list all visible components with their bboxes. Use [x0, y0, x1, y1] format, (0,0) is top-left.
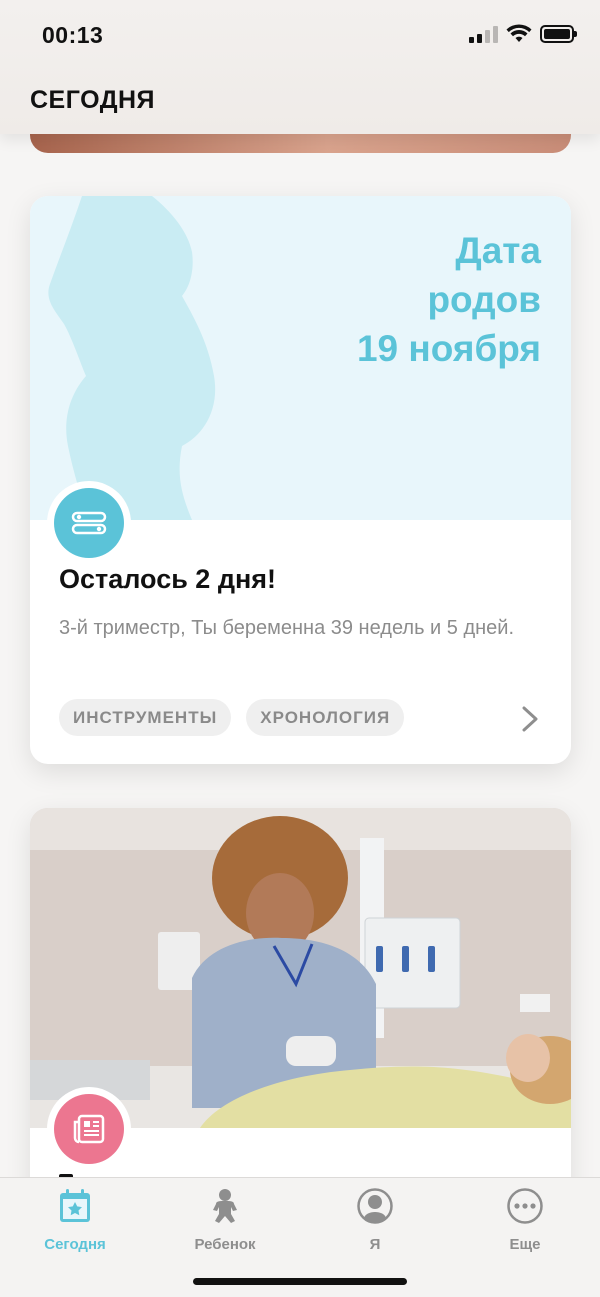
- home-indicator: [193, 1278, 407, 1285]
- tab-baby-label: Ребенок: [194, 1236, 256, 1253]
- tab-baby[interactable]: Ребенок: [150, 1186, 300, 1253]
- article-card[interactable]: [30, 808, 571, 1238]
- battery-icon: [540, 25, 577, 43]
- article-icon: [54, 1094, 124, 1164]
- top-bar: 00:13 СЕГОДНЯ: [0, 0, 600, 134]
- tab-more-label: Еще: [509, 1236, 541, 1253]
- wifi-icon: [506, 24, 532, 42]
- cellular-signal-icon: [469, 25, 498, 43]
- tools-icon: [54, 488, 124, 558]
- due-line-1: Дата: [455, 230, 541, 271]
- due-date-card[interactable]: Дата родов 19 ноября Осталось 2 дня! 3-й…: [30, 196, 571, 764]
- chevron-right-icon[interactable]: [521, 706, 539, 732]
- tab-me-label: Я: [369, 1236, 381, 1253]
- calendar-star-icon: [60, 1189, 90, 1222]
- due-date-text: Дата родов 19 ноября: [357, 226, 541, 373]
- tag-timeline[interactable]: ХРОНОЛОГИЯ: [246, 699, 405, 736]
- due-date-banner: Дата родов 19 ноября: [30, 196, 571, 520]
- due-card-description: 3-й триместр, Ты беременна 39 недель и 5…: [59, 617, 515, 639]
- due-line-3: 19 ноября: [356, 328, 541, 369]
- status-icons: [469, 24, 577, 44]
- status-time: 00:13: [42, 22, 104, 48]
- due-line-2: родов: [427, 279, 541, 320]
- tag-tools[interactable]: ИНСТРУМЕНТЫ: [59, 699, 232, 736]
- baby-icon: [213, 1189, 237, 1223]
- pregnant-silhouette-icon: [48, 196, 216, 520]
- due-card-title: Осталось 2 дня!: [59, 564, 277, 594]
- tab-me[interactable]: Я: [300, 1186, 450, 1253]
- tab-today[interactable]: Сегодня: [0, 1186, 150, 1253]
- tab-more[interactable]: Еще: [450, 1186, 600, 1253]
- tab-today-label: Сегодня: [44, 1236, 106, 1253]
- tag-list: ИНСТРУМЕНТЫ ХРОНОЛОГИЯ: [59, 699, 405, 736]
- profile-icon: [357, 1188, 393, 1224]
- page-title: СЕГОДНЯ: [30, 86, 156, 114]
- article-photo: [30, 808, 571, 1128]
- more-icon: [507, 1188, 543, 1224]
